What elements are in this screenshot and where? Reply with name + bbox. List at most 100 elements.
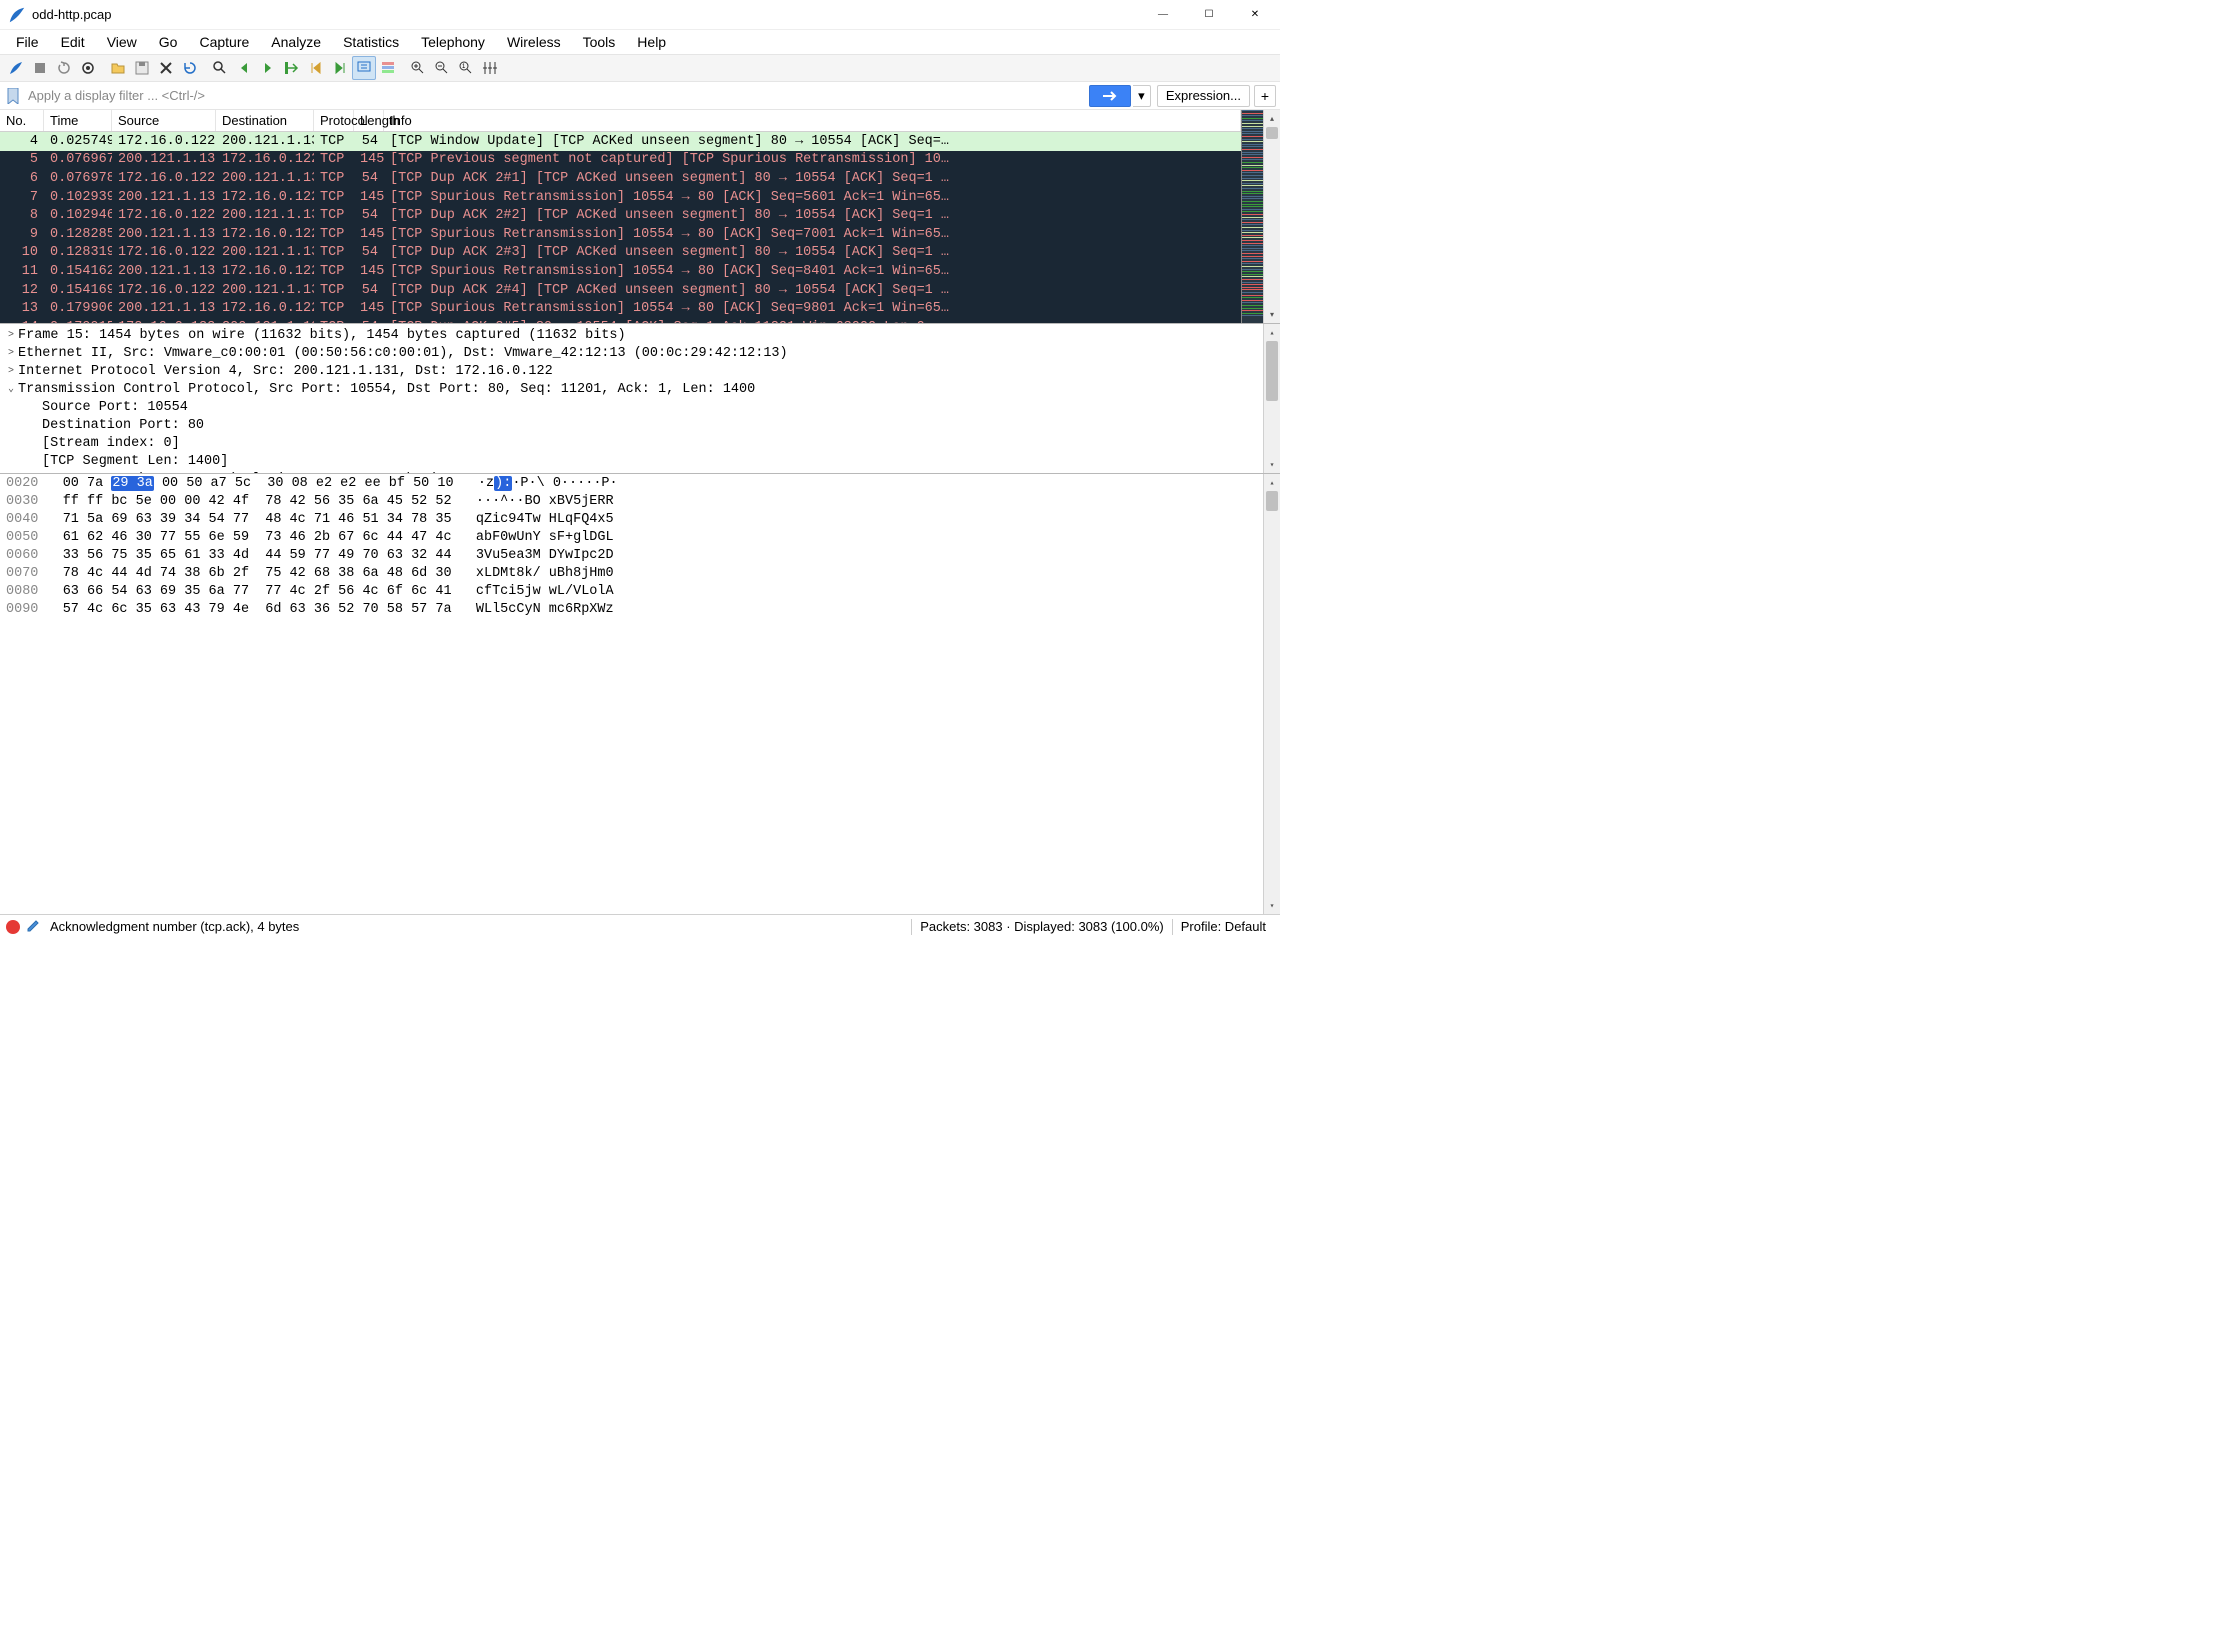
hex-line[interactable]: 0080 63 66 54 63 69 35 6a 77 77 4c 2f 56… xyxy=(6,584,1257,602)
expand-icon[interactable]: > xyxy=(4,366,18,377)
menu-help[interactable]: Help xyxy=(627,32,676,52)
detail-line[interactable]: [TCP Segment Len: 1400] xyxy=(0,452,1263,470)
filter-history-dropdown[interactable]: ▾ xyxy=(1133,85,1151,107)
close-file-icon[interactable] xyxy=(154,56,178,80)
hex-line[interactable]: 0020 00 7a 29 3a 00 50 a7 5c 30 08 e2 e2… xyxy=(6,476,1257,494)
menu-statistics[interactable]: Statistics xyxy=(333,32,409,52)
packet-cell: 172.16.0.122 xyxy=(112,245,216,260)
packet-row[interactable]: 130.179906200.121.1.131172.16.0.122TCP14… xyxy=(0,299,1241,318)
go-forward-icon[interactable] xyxy=(256,56,280,80)
hex-line[interactable]: 0050 61 62 46 30 77 55 6e 59 73 46 2b 67… xyxy=(6,530,1257,548)
detail-line[interactable]: >Frame 15: 1454 bytes on wire (11632 bit… xyxy=(0,326,1263,344)
go-last-icon[interactable] xyxy=(328,56,352,80)
expression-button[interactable]: Expression... xyxy=(1157,85,1250,107)
packet-cell: [TCP Spurious Retransmission] 10554 → 80… xyxy=(384,264,1241,279)
save-file-icon[interactable] xyxy=(130,56,154,80)
menu-file[interactable]: File xyxy=(6,32,49,52)
capture-options-icon[interactable] xyxy=(76,56,100,80)
zoom-reset-icon[interactable]: 1 xyxy=(454,56,478,80)
detail-scrollbar[interactable]: ▴ ▾ xyxy=(1263,324,1280,473)
open-file-icon[interactable] xyxy=(106,56,130,80)
add-filter-button[interactable]: + xyxy=(1254,85,1276,107)
display-filter-input[interactable] xyxy=(24,85,1087,107)
packet-row[interactable]: 70.102939200.121.1.131172.16.0.122TCP145… xyxy=(0,188,1241,207)
resize-columns-icon[interactable] xyxy=(478,56,502,80)
packet-cell: 1454 xyxy=(354,190,384,205)
restart-capture-icon[interactable] xyxy=(52,56,76,80)
column-header-info[interactable]: Info xyxy=(384,110,1241,131)
maximize-button[interactable]: ☐ xyxy=(1186,0,1232,30)
packet-cell: 9 xyxy=(0,227,44,242)
menu-wireless[interactable]: Wireless xyxy=(497,32,571,52)
bookmark-icon[interactable] xyxy=(4,85,22,107)
menu-go[interactable]: Go xyxy=(149,32,188,52)
expert-info-icon[interactable] xyxy=(6,920,20,934)
start-capture-icon[interactable] xyxy=(4,56,28,80)
detail-line[interactable]: >Internet Protocol Version 4, Src: 200.1… xyxy=(0,362,1263,380)
hex-scrollbar[interactable]: ▴ ▾ xyxy=(1263,474,1280,914)
expand-icon[interactable]: > xyxy=(4,348,18,359)
collapse-icon[interactable]: ⌄ xyxy=(4,383,18,395)
column-header-source[interactable]: Source xyxy=(112,110,216,131)
hex-line[interactable]: 0040 71 5a 69 63 39 34 54 77 48 4c 71 46… xyxy=(6,512,1257,530)
packet-list-scrollbar[interactable]: ▴ ▾ xyxy=(1263,110,1280,323)
auto-scroll-icon[interactable] xyxy=(352,56,376,80)
packet-row[interactable]: 100.128319172.16.0.122200.121.1.131TCP54… xyxy=(0,244,1241,263)
find-packet-icon[interactable] xyxy=(208,56,232,80)
packet-row[interactable]: 140.179915172.16.0.122200.121.1.131TCP54… xyxy=(0,318,1241,323)
go-back-icon[interactable] xyxy=(232,56,256,80)
minimize-button[interactable]: — xyxy=(1140,0,1186,30)
zoom-out-icon[interactable] xyxy=(430,56,454,80)
menu-analyze[interactable]: Analyze xyxy=(261,32,331,52)
expand-icon[interactable]: > xyxy=(4,330,18,341)
hex-line[interactable]: 0030 ff ff bc 5e 00 00 42 4f 78 42 56 35… xyxy=(6,494,1257,512)
column-header-destination[interactable]: Destination xyxy=(216,110,314,131)
hex-line[interactable]: 0090 57 4c 6c 35 63 43 79 4e 6d 63 36 52… xyxy=(6,602,1257,620)
packet-cell: 54 xyxy=(354,171,384,186)
packet-cell: 12 xyxy=(0,283,44,298)
detail-line[interactable]: Destination Port: 80 xyxy=(0,416,1263,434)
column-header-protocol[interactable]: Protocol xyxy=(314,110,354,131)
stop-capture-icon[interactable] xyxy=(28,56,52,80)
detail-text: [TCP Segment Len: 1400] xyxy=(42,454,228,469)
edit-capture-comment-icon[interactable] xyxy=(26,917,42,936)
go-to-packet-icon[interactable] xyxy=(280,56,304,80)
detail-line[interactable]: ⌄Transmission Control Protocol, Src Port… xyxy=(0,380,1263,398)
menu-capture[interactable]: Capture xyxy=(189,32,259,52)
packet-cell: 172.16.0.122 xyxy=(112,283,216,298)
packet-row[interactable]: 80.102946172.16.0.122200.121.1.131TCP54[… xyxy=(0,206,1241,225)
packet-cell: 0.102946 xyxy=(44,208,112,223)
packet-row[interactable]: 90.128285200.121.1.131172.16.0.122TCP145… xyxy=(0,225,1241,244)
hex-line[interactable]: 0060 33 56 75 35 65 61 33 4d 44 59 77 49… xyxy=(6,548,1257,566)
detail-tree[interactable]: >Frame 15: 1454 bytes on wire (11632 bit… xyxy=(0,324,1263,473)
menu-tools[interactable]: Tools xyxy=(573,32,626,52)
hex-line[interactable]: 0070 78 4c 44 4d 74 38 6b 2f 75 42 68 38… xyxy=(6,566,1257,584)
menu-edit[interactable]: Edit xyxy=(51,32,95,52)
hex-body[interactable]: 0020 00 7a 29 3a 00 50 a7 5c 30 08 e2 e2… xyxy=(0,474,1263,914)
detail-line[interactable]: Source Port: 10554 xyxy=(0,398,1263,416)
apply-filter-button[interactable] xyxy=(1089,85,1131,107)
packet-list-body[interactable]: 40.025749172.16.0.122200.121.1.131TCP54[… xyxy=(0,132,1241,323)
menu-telephony[interactable]: Telephony xyxy=(411,32,495,52)
packet-row[interactable]: 110.154162200.121.1.131172.16.0.122TCP14… xyxy=(0,262,1241,281)
packet-minimap[interactable] xyxy=(1241,110,1263,323)
packet-cell: [TCP Window Update] [TCP ACKed unseen se… xyxy=(384,134,1241,149)
detail-line[interactable]: [Stream index: 0] xyxy=(0,434,1263,452)
packet-row[interactable]: 120.154169172.16.0.122200.121.1.131TCP54… xyxy=(0,281,1241,300)
detail-line[interactable]: Sequence number: 11201 (relative sequenc… xyxy=(0,470,1263,473)
column-header-length[interactable]: Length xyxy=(354,110,384,131)
packet-row[interactable]: 50.076967200.121.1.131172.16.0.122TCP145… xyxy=(0,151,1241,170)
colorize-icon[interactable] xyxy=(376,56,400,80)
go-first-icon[interactable] xyxy=(304,56,328,80)
detail-line[interactable]: >Ethernet II, Src: Vmware_c0:00:01 (00:5… xyxy=(0,344,1263,362)
packet-cell: 54 xyxy=(354,320,384,323)
column-header-no[interactable]: No. xyxy=(0,110,44,131)
reload-file-icon[interactable] xyxy=(178,56,202,80)
packet-row[interactable]: 60.076978172.16.0.122200.121.1.131TCP54[… xyxy=(0,169,1241,188)
zoom-in-icon[interactable] xyxy=(406,56,430,80)
menu-view[interactable]: View xyxy=(97,32,147,52)
column-header-time[interactable]: Time xyxy=(44,110,112,131)
status-profile[interactable]: Profile: Default xyxy=(1173,919,1274,934)
close-button[interactable]: ✕ xyxy=(1232,0,1278,30)
packet-row[interactable]: 40.025749172.16.0.122200.121.1.131TCP54[… xyxy=(0,132,1241,151)
